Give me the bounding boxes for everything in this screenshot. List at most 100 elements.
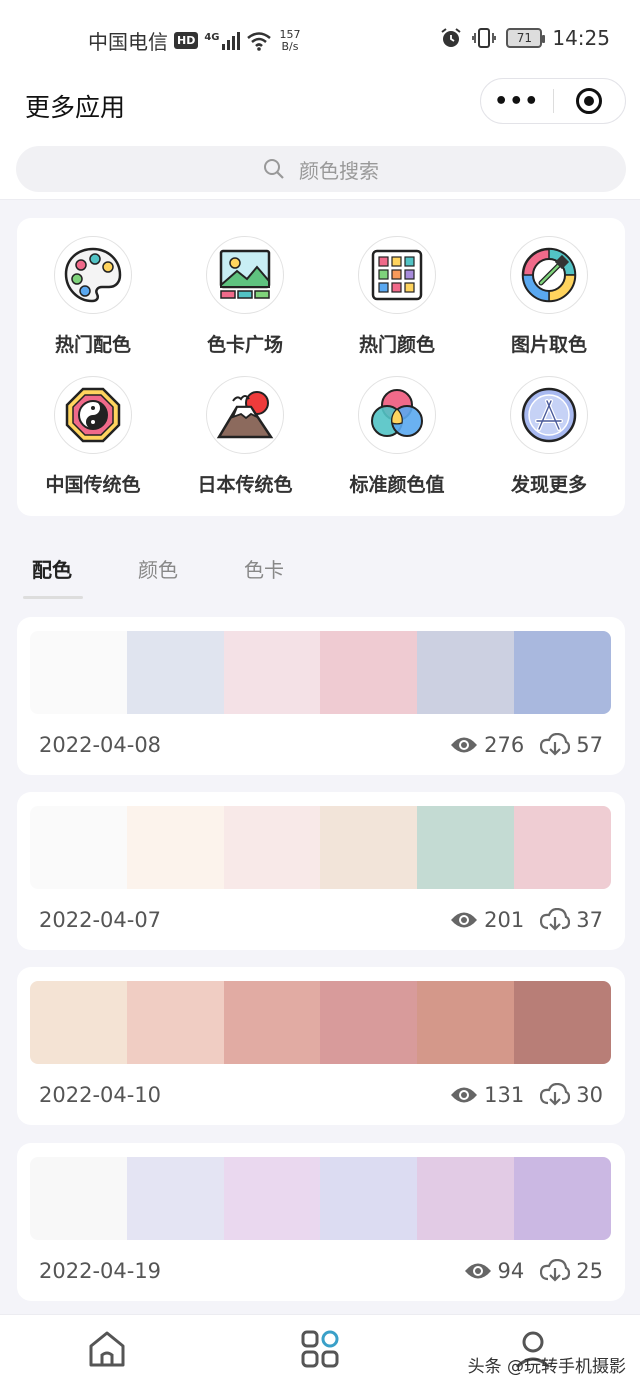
color-picker-icon bbox=[510, 236, 588, 314]
eye-icon bbox=[464, 1263, 491, 1279]
download-count: 37 bbox=[576, 908, 603, 932]
close-program-button[interactable] bbox=[554, 88, 626, 114]
palette-stats: 276 57 bbox=[450, 733, 603, 757]
color-swatch[interactable] bbox=[30, 631, 127, 714]
view-count: 131 bbox=[484, 1083, 525, 1107]
color-swatch[interactable] bbox=[417, 981, 515, 1064]
color-swatch[interactable] bbox=[126, 631, 224, 714]
app-color-card-square[interactable]: 色卡广场 bbox=[169, 236, 321, 357]
app-header: 更多应用 ••• 颜色搜索 bbox=[0, 78, 640, 200]
vibrate-icon bbox=[472, 28, 497, 48]
color-swatch[interactable] bbox=[126, 1157, 224, 1240]
color-swatch[interactable] bbox=[514, 981, 611, 1064]
tab-apps[interactable] bbox=[301, 1329, 339, 1373]
cloud-download-icon bbox=[540, 733, 571, 756]
color-swatch[interactable] bbox=[30, 806, 127, 889]
status-bar: 中国电信 HD 4G 157 B/s 71 14:25 bbox=[0, 0, 640, 78]
color-swatch[interactable] bbox=[514, 1157, 611, 1240]
eye-icon bbox=[451, 1087, 478, 1103]
color-swatch[interactable] bbox=[223, 981, 321, 1064]
app-discover-more[interactable]: 发现更多 bbox=[473, 376, 625, 497]
color-swatch[interactable] bbox=[30, 981, 127, 1064]
download-count: 57 bbox=[576, 733, 603, 757]
app-standard-color-values[interactable]: 标准颜色值 bbox=[321, 376, 473, 497]
apps-grid-icon bbox=[301, 1330, 339, 1368]
app-hot-palettes[interactable]: 热门配色 bbox=[17, 236, 169, 357]
palette-swatches bbox=[30, 981, 611, 1064]
download-count: 25 bbox=[576, 1259, 603, 1283]
app-japanese-colors[interactable]: 日本传统色 bbox=[169, 376, 321, 497]
more-menu-button[interactable]: ••• bbox=[481, 89, 553, 114]
status-right: 71 14:25 bbox=[440, 26, 610, 50]
view-count: 276 bbox=[484, 733, 525, 757]
carrier-name: 中国电信 bbox=[88, 30, 168, 54]
color-swatch[interactable] bbox=[320, 631, 418, 714]
rgb-circles-icon bbox=[358, 376, 436, 454]
app-label: 日本传统色 bbox=[197, 474, 293, 496]
watermark: 头条 @玩转手机摄影 bbox=[467, 1357, 626, 1377]
network-speed: 157 B/s bbox=[279, 27, 301, 53]
color-swatch[interactable] bbox=[417, 806, 515, 889]
tab-color-cards[interactable]: 色卡 bbox=[244, 554, 284, 583]
palette-stats: 131 30 bbox=[450, 1083, 603, 1107]
palette-card[interactable]: 2022-04-19 94 25 bbox=[17, 1143, 625, 1301]
cloud-download-icon bbox=[540, 1083, 571, 1106]
active-tab-indicator bbox=[23, 596, 83, 599]
color-grid-icon bbox=[358, 236, 436, 314]
tab-palettes[interactable]: 配色 bbox=[32, 554, 72, 583]
view-count: 94 bbox=[497, 1259, 525, 1283]
color-swatch[interactable] bbox=[417, 631, 515, 714]
yin-yang-icon bbox=[54, 376, 132, 454]
color-swatch[interactable] bbox=[126, 806, 224, 889]
palette-icon bbox=[54, 236, 132, 314]
app-image-picker[interactable]: 图片取色 bbox=[473, 236, 625, 357]
tab-colors[interactable]: 颜色 bbox=[138, 554, 178, 583]
search-bar[interactable]: 颜色搜索 bbox=[16, 146, 626, 192]
search-icon bbox=[264, 159, 284, 179]
color-swatch[interactable] bbox=[320, 1157, 418, 1240]
color-swatch[interactable] bbox=[30, 1157, 127, 1240]
palette-date: 2022-04-19 bbox=[39, 1259, 162, 1283]
eye-icon bbox=[451, 912, 478, 928]
color-swatch[interactable] bbox=[223, 631, 321, 714]
eye-icon bbox=[451, 737, 478, 753]
color-swatch[interactable] bbox=[514, 631, 611, 714]
speed-value: 157 bbox=[279, 27, 301, 41]
battery-icon: 71 bbox=[506, 28, 546, 48]
palette-swatches bbox=[30, 806, 611, 889]
app-label: 色卡广场 bbox=[206, 334, 283, 356]
net-type: 4G bbox=[204, 31, 220, 43]
app-chinese-colors[interactable]: 中国传统色 bbox=[17, 376, 169, 497]
status-left: 中国电信 HD 4G 157 B/s bbox=[88, 26, 301, 55]
color-swatch[interactable] bbox=[223, 806, 321, 889]
palette-card[interactable]: 2022-04-07 201 37 bbox=[17, 792, 625, 950]
home-icon bbox=[89, 1331, 125, 1367]
landscape-card-icon bbox=[206, 236, 284, 314]
hd-badge: HD bbox=[174, 32, 199, 49]
palette-date: 2022-04-08 bbox=[39, 733, 162, 757]
color-swatch[interactable] bbox=[320, 806, 418, 889]
color-swatch[interactable] bbox=[417, 1157, 515, 1240]
color-swatch[interactable] bbox=[514, 806, 611, 889]
cloud-download-icon bbox=[540, 908, 571, 931]
app-label: 标准颜色值 bbox=[349, 474, 445, 496]
app-hot-colors[interactable]: 热门颜色 bbox=[321, 236, 473, 357]
color-swatch[interactable] bbox=[126, 981, 224, 1064]
search-placeholder: 颜色搜索 bbox=[299, 158, 379, 183]
mount-fuji-icon bbox=[206, 376, 284, 454]
color-swatch[interactable] bbox=[223, 1157, 321, 1240]
tab-home[interactable] bbox=[88, 1329, 126, 1373]
app-label: 热门配色 bbox=[54, 334, 131, 356]
palette-swatches bbox=[30, 1157, 611, 1240]
palette-stats: 94 25 bbox=[464, 1259, 603, 1283]
mini-program-capsule: ••• bbox=[480, 78, 626, 124]
content-tabs: 配色 颜色 色卡 bbox=[0, 540, 640, 600]
app-label: 热门颜色 bbox=[358, 334, 435, 356]
palette-swatches bbox=[30, 631, 611, 714]
palette-card[interactable]: 2022-04-08 276 57 bbox=[17, 617, 625, 775]
page-title: 更多应用 bbox=[25, 93, 126, 122]
speed-unit: B/s bbox=[281, 39, 299, 53]
signal-icon: 4G bbox=[204, 31, 240, 50]
color-swatch[interactable] bbox=[320, 981, 418, 1064]
palette-card[interactable]: 2022-04-10 131 30 bbox=[17, 967, 625, 1125]
